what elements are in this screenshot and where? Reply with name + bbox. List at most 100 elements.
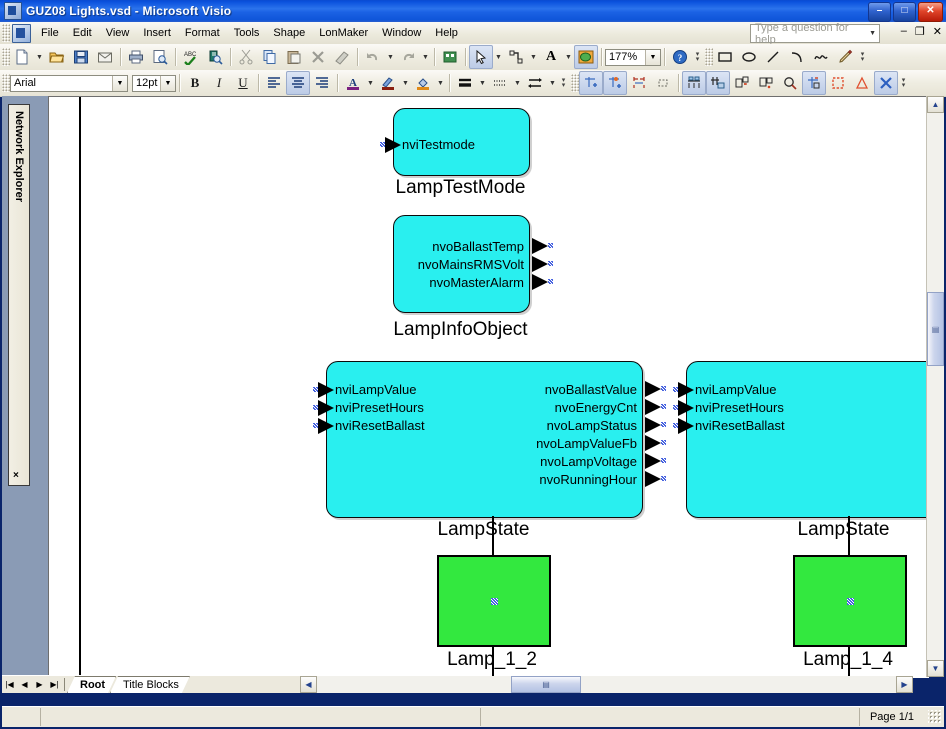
input-port-arrow[interactable] bbox=[678, 382, 694, 398]
drawing-canvas[interactable]: nviTestmode LampTestMode nvoBallastTemp … bbox=[48, 96, 929, 678]
connector-tool-icon[interactable] bbox=[504, 45, 528, 69]
scroll-up-button[interactable]: ▲ bbox=[927, 96, 944, 113]
last-page-button[interactable]: ▶| bbox=[47, 677, 62, 692]
pointer-tool-icon[interactable] bbox=[469, 45, 493, 69]
delete-icon[interactable] bbox=[306, 45, 330, 69]
connection-handle[interactable] bbox=[673, 387, 678, 392]
spelling-icon[interactable]: ABC bbox=[179, 45, 203, 69]
font-color-dropdown-icon[interactable]: ▼ bbox=[365, 72, 376, 94]
new-connection-icon[interactable] bbox=[802, 71, 826, 95]
output-port-arrow[interactable] bbox=[645, 435, 661, 451]
output-port-arrow[interactable] bbox=[645, 453, 661, 469]
connection-handle[interactable] bbox=[661, 422, 666, 427]
shape-lamp-state-2[interactable]: nviLampValue nviPresetHours nviResetBall… bbox=[673, 361, 929, 518]
prev-page-button[interactable]: ◀ bbox=[17, 677, 32, 692]
page-tab-title-blocks[interactable]: Title Blocks bbox=[110, 676, 190, 693]
input-port-arrow[interactable] bbox=[385, 137, 401, 153]
open-icon[interactable] bbox=[45, 45, 69, 69]
input-port-arrow[interactable] bbox=[318, 418, 334, 434]
email-icon[interactable] bbox=[93, 45, 117, 69]
save-icon[interactable] bbox=[69, 45, 93, 69]
font-name-combo[interactable]: Arial ▼ bbox=[10, 74, 128, 92]
output-port-arrow[interactable] bbox=[645, 471, 661, 487]
vertical-scrollbar[interactable]: ▲ ▤ ▼ bbox=[926, 96, 944, 677]
menu-item-edit[interactable]: Edit bbox=[66, 24, 99, 42]
output-port-arrow[interactable] bbox=[645, 417, 661, 433]
connection-handle[interactable] bbox=[661, 458, 666, 463]
hyperlink-icon[interactable] bbox=[438, 45, 462, 69]
cut-icon[interactable] bbox=[234, 45, 258, 69]
menu-item-help[interactable]: Help bbox=[428, 24, 465, 42]
close-button[interactable]: ✕ bbox=[918, 2, 943, 22]
new-icon[interactable] bbox=[10, 45, 34, 69]
fill-color-dropdown-icon[interactable]: ▼ bbox=[435, 72, 446, 94]
line-color-icon[interactable] bbox=[376, 71, 400, 95]
research-icon[interactable] bbox=[203, 45, 227, 69]
connection-handle[interactable] bbox=[380, 142, 385, 147]
arc-tool-icon[interactable] bbox=[785, 45, 809, 69]
menu-item-shape[interactable]: Shape bbox=[266, 24, 312, 42]
scroll-right-button[interactable]: ▶ bbox=[896, 676, 913, 693]
redo-dropdown-icon[interactable]: ▼ bbox=[420, 46, 431, 68]
menu-item-view[interactable]: View bbox=[99, 24, 137, 42]
underline-button[interactable]: U bbox=[231, 71, 255, 95]
input-port-arrow[interactable] bbox=[678, 400, 694, 416]
font-name-dropdown-icon[interactable]: ▼ bbox=[112, 75, 127, 91]
connection-handle[interactable] bbox=[661, 440, 666, 445]
first-page-button[interactable]: |◀ bbox=[2, 677, 17, 692]
doc-minimize-button[interactable]: – bbox=[901, 25, 907, 38]
network-explorer-panel-tab[interactable]: Network Explorer × bbox=[8, 104, 30, 486]
formatting-toolbar-grip[interactable] bbox=[2, 74, 10, 92]
line-pattern-dropdown-icon[interactable]: ▼ bbox=[512, 72, 523, 94]
connection-handle[interactable] bbox=[847, 598, 854, 605]
help-icon[interactable]: ? bbox=[668, 45, 692, 69]
connection-handle[interactable] bbox=[491, 598, 498, 605]
copy-icon[interactable] bbox=[258, 45, 282, 69]
register-icon[interactable] bbox=[682, 71, 706, 95]
input-port-arrow[interactable] bbox=[318, 382, 334, 398]
format-painter-icon[interactable] bbox=[330, 45, 354, 69]
scroll-left-button[interactable]: ◀ bbox=[300, 676, 317, 693]
output-port-arrow[interactable] bbox=[645, 399, 661, 415]
drawing-toolbar-grip[interactable] bbox=[705, 48, 713, 66]
menu-item-tools[interactable]: Tools bbox=[227, 24, 267, 42]
freeform-tool-icon[interactable] bbox=[809, 45, 833, 69]
rectangle-tool-icon[interactable] bbox=[713, 45, 737, 69]
formatting-toolbar-overflow-button[interactable]: ▾ ▾ bbox=[558, 72, 569, 94]
doc-restore-button[interactable]: ❐ bbox=[915, 25, 925, 38]
zoom-combo[interactable]: 177% ▼ bbox=[605, 48, 661, 66]
resize-grip-icon[interactable] bbox=[928, 710, 942, 724]
menu-item-insert[interactable]: Insert bbox=[136, 24, 178, 42]
line-tool-icon[interactable] bbox=[761, 45, 785, 69]
align-center-icon[interactable] bbox=[286, 71, 310, 95]
line-weight-dropdown-icon[interactable]: ▼ bbox=[477, 72, 488, 94]
menu-item-format[interactable]: Format bbox=[178, 24, 227, 42]
connection-handle[interactable] bbox=[548, 243, 553, 248]
drawing-explorer-icon[interactable] bbox=[651, 71, 675, 95]
vertical-scrollbar-thumb[interactable]: ▤ bbox=[927, 292, 944, 366]
line-ends-dropdown-icon[interactable]: ▼ bbox=[547, 72, 558, 94]
scroll-down-button[interactable]: ▼ bbox=[927, 660, 944, 677]
shape-lamp-1-2[interactable] bbox=[437, 555, 551, 647]
zoom-tool-icon[interactable] bbox=[778, 71, 802, 95]
connection-handle[interactable] bbox=[661, 404, 666, 409]
connection-handle[interactable] bbox=[673, 423, 678, 428]
text-tool-dropdown-icon[interactable]: ▼ bbox=[563, 46, 574, 68]
page-tab-root[interactable]: Root bbox=[67, 676, 116, 693]
standard-toolbar-grip[interactable] bbox=[2, 48, 10, 66]
add-connection-icon[interactable] bbox=[579, 71, 603, 95]
input-port-arrow[interactable] bbox=[318, 400, 334, 416]
print-icon[interactable] bbox=[124, 45, 148, 69]
maximize-button[interactable]: □ bbox=[893, 2, 916, 22]
line-ends-icon[interactable] bbox=[523, 71, 547, 95]
pointer-tool-dropdown-icon[interactable]: ▼ bbox=[493, 46, 504, 68]
undo-icon[interactable] bbox=[361, 45, 385, 69]
line-pattern-icon[interactable] bbox=[488, 71, 512, 95]
pencil-tool-icon[interactable] bbox=[833, 45, 857, 69]
menu-item-window[interactable]: Window bbox=[375, 24, 428, 42]
output-port-arrow[interactable] bbox=[532, 238, 548, 254]
close-icon[interactable]: × bbox=[13, 470, 19, 481]
shape-lamp-test-mode[interactable]: nviTestmode bbox=[380, 108, 530, 176]
font-size-dropdown-icon[interactable]: ▼ bbox=[160, 75, 175, 91]
align-left-icon[interactable] bbox=[262, 71, 286, 95]
